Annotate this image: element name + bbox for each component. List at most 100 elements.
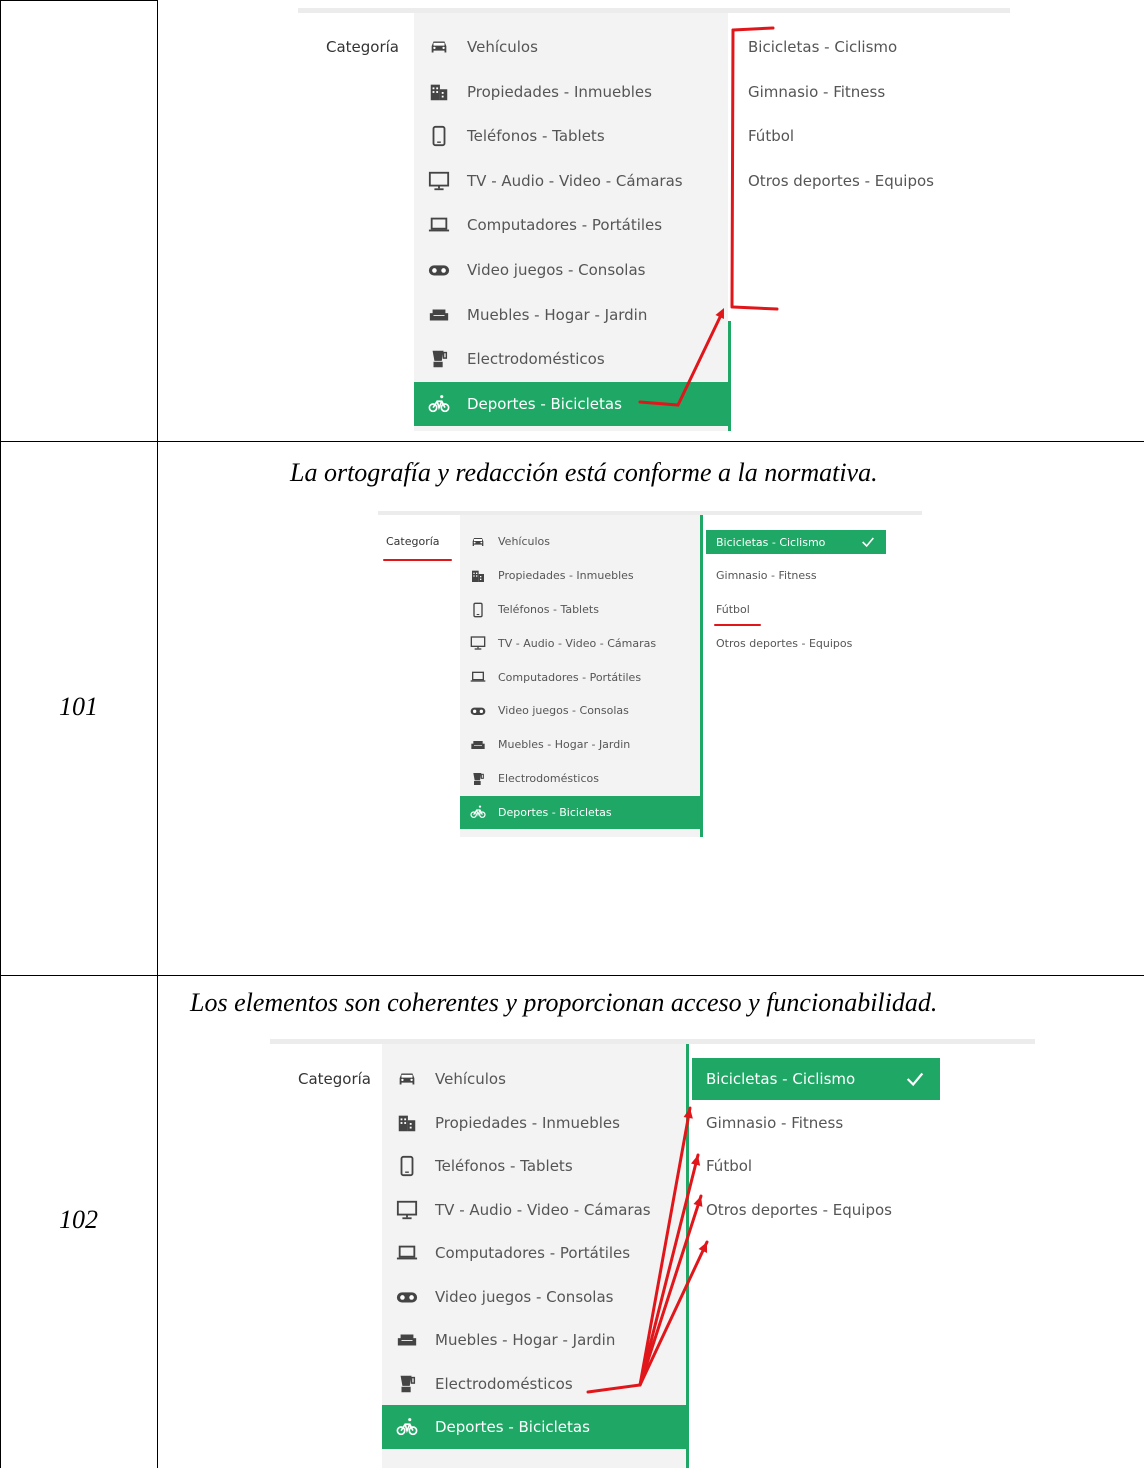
- submenu-divider: [686, 1044, 689, 1468]
- subcategory-item[interactable]: Otros deportes - Equipos: [748, 166, 934, 196]
- laptop-icon: [396, 1242, 418, 1264]
- subcategory-item-label: Otros deportes - Equipos: [716, 636, 853, 650]
- subcategory-item[interactable]: Bicicletas - Ciclismo: [692, 1058, 940, 1100]
- category-item-label: Muebles - Hogar - Jardin: [435, 1331, 616, 1349]
- gamepad-icon: [396, 1286, 418, 1308]
- category-item[interactable]: TV - Audio - Video - Cámaras: [382, 1188, 686, 1232]
- blender-icon: [470, 771, 486, 787]
- category-item[interactable]: Video juegos - Consolas: [414, 248, 728, 293]
- subcategory-item[interactable]: Otros deportes - Equipos: [716, 631, 852, 655]
- category-item-label: Teléfonos - Tablets: [435, 1157, 573, 1175]
- category-item-label: Video juegos - Consolas: [467, 260, 646, 279]
- category-label: Categoría: [298, 1070, 372, 1088]
- category-menu-screenshot-1: Categoría Vehículos Propiedades - Inmueble…: [298, 13, 1010, 431]
- category-item[interactable]: Muebles - Hogar - Jardin: [460, 728, 700, 762]
- sofa-icon: [396, 1329, 418, 1351]
- category-item-label: Electrodomésticos: [435, 1374, 573, 1393]
- check-icon: [860, 534, 876, 550]
- category-item[interactable]: Teléfonos - Tablets: [460, 593, 700, 627]
- subcategory-item-label: Bicicletas - Ciclismo: [748, 38, 898, 56]
- category-item-label: Computadores - Portátiles: [435, 1244, 631, 1262]
- category-item[interactable]: Muebles - Hogar - Jardin: [414, 292, 728, 337]
- category-item-label: Computadores - Portátiles: [467, 216, 663, 235]
- category-item[interactable]: TV - Audio - Video - Cámaras: [414, 159, 728, 204]
- category-item-label: Teléfonos - Tablets: [498, 603, 599, 617]
- category-item[interactable]: Propiedades - Inmuebles: [414, 69, 728, 114]
- monitor-icon: [396, 1199, 418, 1221]
- category-item[interactable]: Electrodomésticos: [382, 1362, 686, 1406]
- row-caption: La ortografía y redacción está conforme …: [290, 458, 878, 487]
- subcategory-item[interactable]: Bicicletas - Ciclismo: [706, 530, 886, 554]
- category-item[interactable]: Electrodomésticos: [414, 337, 728, 382]
- category-item[interactable]: TV - Audio - Video - Cámaras: [460, 627, 700, 661]
- category-item-label: Muebles - Hogar - Jardin: [467, 305, 648, 324]
- category-list: Vehículos Propiedades - Inmuebles Teléfono…: [382, 1044, 686, 1468]
- category-item-label: Deportes - Bicicletas: [467, 394, 622, 413]
- category-item-label: Video juegos - Consolas: [435, 1287, 614, 1306]
- category-item-label: Deportes - Bicicletas: [498, 805, 612, 819]
- subcategory-item[interactable]: Fútbol: [748, 121, 794, 151]
- row-divider-1: [0, 441, 1144, 442]
- category-menu-screenshot-3: Categoría Vehículos Propiedades - Inmueble…: [270, 1044, 1035, 1468]
- category-item-label: Propiedades - Inmuebles: [498, 569, 634, 583]
- subcategory-item-label: Fútbol: [748, 127, 795, 146]
- table-column-divider: [157, 0, 158, 1468]
- subcategory-item-label: Gimnasio - Fitness: [716, 569, 817, 583]
- category-item[interactable]: Electrodomésticos: [460, 762, 700, 796]
- category-item[interactable]: Video juegos - Consolas: [382, 1275, 686, 1319]
- building-icon: [428, 81, 450, 103]
- monitor-icon: [428, 170, 450, 192]
- subcategory-item-label: Bicicletas - Ciclismo: [706, 1070, 856, 1088]
- category-item[interactable]: Muebles - Hogar - Jardin: [382, 1318, 686, 1362]
- category-item-label: Video juegos - Consolas: [498, 704, 629, 718]
- category-item-label: TV - Audio - Video - Cámaras: [498, 636, 657, 650]
- subcategory-item[interactable]: Fútbol: [716, 598, 750, 622]
- phone-icon: [428, 125, 450, 147]
- subcategory-item[interactable]: Otros deportes - Equipos: [706, 1189, 892, 1231]
- subcategory-item-label: Gimnasio - Fitness: [748, 82, 886, 101]
- category-item[interactable]: Propiedades - Inmuebles: [460, 559, 700, 593]
- row-number: 102: [59, 1205, 98, 1234]
- category-item-label: TV - Audio - Video - Cámaras: [467, 171, 683, 190]
- category-menu-screenshot-2: Categoría Vehículos Propiedades - Inmueble…: [378, 515, 922, 837]
- subcategory-item-label: Fútbol: [716, 603, 750, 617]
- bicycle-icon: [396, 1416, 418, 1438]
- subcategory-item[interactable]: Gimnasio - Fitness: [716, 564, 817, 588]
- laptop-icon: [470, 669, 486, 685]
- row-divider-2: [0, 975, 1144, 976]
- submenu-divider: [728, 321, 731, 431]
- category-item[interactable]: Computadores - Portátiles: [414, 203, 728, 248]
- category-item[interactable]: Computadores - Portátiles: [382, 1231, 686, 1275]
- category-item[interactable]: Deportes - Bicicletas: [460, 795, 700, 830]
- gamepad-icon: [470, 703, 486, 719]
- category-item[interactable]: Teléfonos - Tablets: [382, 1144, 686, 1188]
- subcategory-item[interactable]: Gimnasio - Fitness: [706, 1102, 843, 1144]
- bicycle-icon: [428, 393, 450, 415]
- category-item[interactable]: Computadores - Portátiles: [460, 660, 700, 694]
- subcategory-item-label: Otros deportes - Equipos: [748, 171, 934, 190]
- check-icon: [904, 1068, 926, 1090]
- category-item-label: Teléfonos - Tablets: [467, 127, 605, 146]
- category-item[interactable]: Deportes - Bicicletas: [382, 1405, 686, 1449]
- category-item[interactable]: Vehículos: [382, 1057, 686, 1101]
- category-item[interactable]: Vehículos: [414, 25, 728, 70]
- table-border-top: [0, 0, 157, 1]
- subcategory-item[interactable]: Gimnasio - Fitness: [748, 77, 885, 107]
- gamepad-icon: [428, 259, 450, 281]
- category-item[interactable]: Vehículos: [460, 525, 700, 559]
- category-item[interactable]: Deportes - Bicicletas: [414, 381, 728, 427]
- subcategory-item[interactable]: Bicicletas - Ciclismo: [748, 32, 897, 62]
- submenu-divider: [700, 515, 703, 837]
- phone-icon: [396, 1155, 418, 1177]
- row-number: 101: [59, 692, 98, 721]
- category-item[interactable]: Teléfonos - Tablets: [414, 114, 728, 159]
- category-item-label: Muebles - Hogar - Jardin: [498, 738, 631, 752]
- subcategory-item-label: Gimnasio - Fitness: [706, 1113, 844, 1132]
- bicycle-icon: [470, 804, 486, 820]
- category-item[interactable]: Propiedades - Inmuebles: [382, 1101, 686, 1145]
- category-item-label: Vehículos: [467, 37, 538, 56]
- subcategory-item[interactable]: Fútbol: [706, 1145, 752, 1187]
- category-item[interactable]: Video juegos - Consolas: [460, 694, 700, 728]
- category-item-label: Vehículos: [435, 1070, 506, 1088]
- subcategory-item-label: Fútbol: [706, 1157, 753, 1175]
